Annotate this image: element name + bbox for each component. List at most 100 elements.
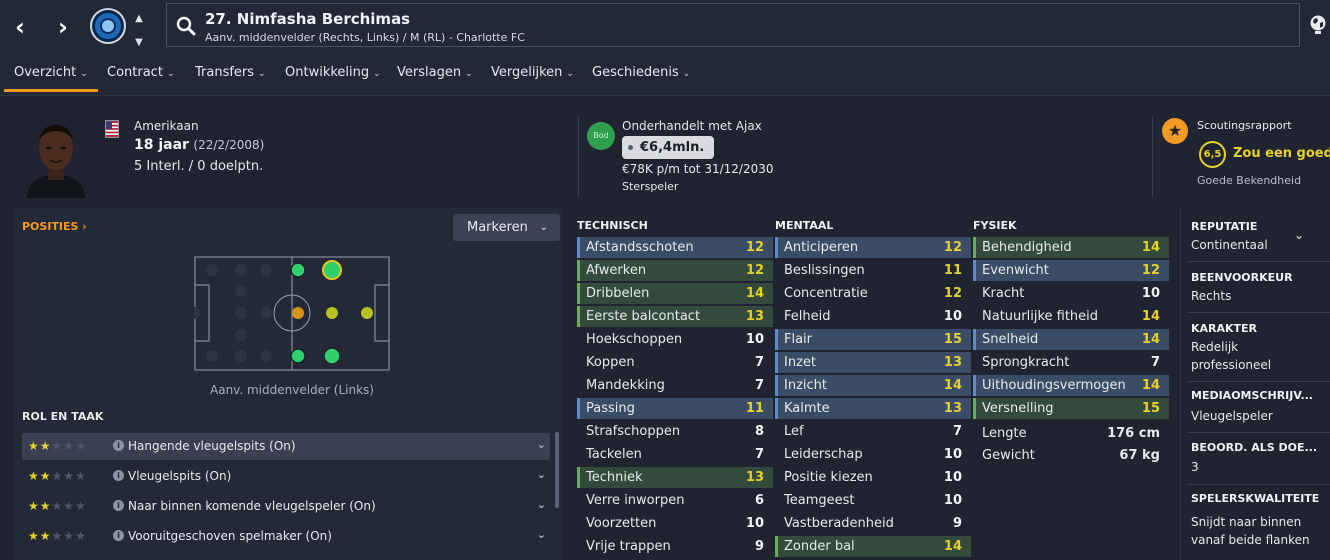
tab-verslagen[interactable]: Verslagen ⌄: [397, 56, 473, 92]
attribute-name: Natuurlijke fitheid: [982, 309, 1099, 324]
attribute-row[interactable]: Hoekschoppen 10: [577, 329, 773, 350]
attribute-row[interactable]: Beslissingen 11: [775, 260, 971, 281]
role-row[interactable]: ★★★★★ i Naar binnen komende vleugelspeler …: [22, 493, 550, 520]
attribute-name: Techniek: [586, 470, 643, 485]
page-title: 27. Nimfasha Berchimas: [205, 10, 411, 28]
attribute-row[interactable]: Vastberadenheid 9: [775, 513, 971, 534]
tab-vergelijken[interactable]: Vergelijken ⌄: [491, 56, 574, 92]
star-icon: ★: [75, 529, 87, 543]
positions-link[interactable]: POSITIES ›: [22, 220, 87, 233]
attribute-row[interactable]: Vrije trappen 9: [577, 536, 773, 557]
reputation-label: REPUTATIE: [1191, 220, 1258, 233]
attribute-value: 10: [745, 516, 764, 531]
attribute-row[interactable]: Versnelling 15: [973, 398, 1169, 419]
info-icon[interactable]: i: [113, 530, 124, 541]
back-button[interactable]: ‹: [5, 12, 35, 42]
info-icon[interactable]: i: [113, 470, 124, 481]
attribute-row[interactable]: Concentratie 12: [775, 283, 971, 304]
tab-geschiedenis[interactable]: Geschiedenis ⌄: [592, 56, 690, 92]
role-star-rating: ★★★★★: [28, 499, 98, 513]
attribute-row[interactable]: Tackelen 7: [577, 444, 773, 465]
attribute-row[interactable]: Verre inworpen 6: [577, 490, 773, 511]
highlight-dropdown[interactable]: Markeren ⌄: [453, 214, 560, 241]
nationality: Amerikaan: [134, 119, 199, 133]
tab-contract[interactable]: Contract ⌄: [107, 56, 174, 92]
chevron-down-icon[interactable]: ⌄: [537, 438, 546, 451]
attribute-row[interactable]: Sprongkracht 7: [973, 352, 1169, 373]
attribute-name: Eerste balcontact: [586, 309, 701, 324]
attribute-row[interactable]: Techniek 13: [577, 467, 773, 488]
attribute-row[interactable]: Anticiperen 12: [775, 237, 971, 258]
character-value-line1: Redelijk: [1191, 340, 1239, 354]
attribute-row[interactable]: Flair 15: [775, 329, 971, 350]
role-list-scrollbar[interactable]: [555, 432, 559, 508]
attribute-row[interactable]: Eerste balcontact 13: [577, 306, 773, 327]
star-icon: ★: [63, 529, 76, 543]
transfer-value[interactable]: €6,4mln.: [622, 136, 714, 159]
attribute-row[interactable]: Afstandsschoten 12: [577, 237, 773, 258]
attribute-row[interactable]: Positie kiezen 10: [775, 467, 971, 488]
mental-heading: MENTAAL: [775, 219, 834, 232]
attribute-value: 9: [754, 539, 764, 554]
attribute-name: Strafschoppen: [586, 424, 681, 439]
attribute-row[interactable]: Voorzetten 10: [577, 513, 773, 534]
attribute-row[interactable]: Lef 7: [775, 421, 971, 442]
star-icon: ★: [75, 469, 87, 483]
attribute-row[interactable]: Uithoudingsvermogen 14: [973, 375, 1169, 396]
attribute-row[interactable]: Zonder bal 14: [775, 536, 971, 557]
attribute-name: Dribbelen: [586, 286, 650, 301]
attribute-row[interactable]: Kalmte 13: [775, 398, 971, 419]
attribute-row[interactable]: Snelheid 14: [973, 329, 1169, 350]
role-row[interactable]: ★★★★★ i Vleugelspits (On) ⌄: [22, 463, 550, 490]
divider: [1188, 432, 1330, 433]
attribute-row[interactable]: Dribbelen 14: [577, 283, 773, 304]
attribute-row[interactable]: Strafschoppen 8: [577, 421, 773, 442]
star-icon[interactable]: ★: [1162, 118, 1188, 144]
height-row: Lengte 176 cm: [973, 426, 1169, 446]
attribute-name: Snelheid: [982, 332, 1039, 347]
chevron-down-icon[interactable]: ⌄: [537, 498, 546, 511]
role-row[interactable]: ★★★★★ i Hangende vleugelspits (On) ⌄: [22, 433, 550, 460]
attribute-row[interactable]: Afwerken 12: [577, 260, 773, 281]
attribute-value: 15: [943, 332, 962, 347]
chevron-down-icon[interactable]: ⌄: [537, 468, 546, 481]
tab-transfers[interactable]: Transfers ⌄: [195, 56, 266, 92]
chevron-down-icon[interactable]: ⌄: [537, 528, 546, 541]
globe-icon[interactable]: [1308, 14, 1328, 36]
search-icon[interactable]: [176, 16, 196, 36]
role-row[interactable]: ★★★★★ i Vooruitgeschoven spelmaker (On) ⌄: [22, 523, 550, 550]
chevron-down-icon[interactable]: ⌄: [1294, 228, 1304, 242]
player-switch-arrows[interactable]: ▲ ▼: [133, 13, 145, 48]
attribute-row[interactable]: Passing 11: [577, 398, 773, 419]
attribute-row[interactable]: Felheid 10: [775, 306, 971, 327]
info-icon[interactable]: i: [113, 440, 124, 451]
international-caps: 5 Interl. / 0 doelptn.: [134, 159, 264, 174]
attribute-row[interactable]: Evenwicht 12: [973, 260, 1169, 281]
rating-as-label: BEOORD. ALS DOE...: [1191, 441, 1318, 454]
attribute-row[interactable]: Behendigheid 14: [973, 237, 1169, 258]
attribute-name: Afstandsschoten: [586, 240, 694, 255]
attribute-name: Lef: [784, 424, 804, 439]
attribute-row[interactable]: Leiderschap 10: [775, 444, 971, 465]
tab-overzicht[interactable]: Overzicht ⌄: [4, 56, 98, 92]
attribute-row[interactable]: Koppen 7: [577, 352, 773, 373]
attribute-row[interactable]: Natuurlijke fitheid 14: [973, 306, 1169, 327]
attribute-row[interactable]: Teamgeest 10: [775, 490, 971, 511]
attribute-row[interactable]: Mandekking 7: [577, 375, 773, 396]
attribute-row[interactable]: Inzet 13: [775, 352, 971, 373]
attribute-row[interactable]: Kracht 10: [973, 283, 1169, 304]
media-description-label: MEDIAOMSCHRIJV...: [1191, 389, 1313, 402]
role-name: Vooruitgeschoven spelmaker (On): [128, 529, 332, 543]
club-logo[interactable]: [90, 8, 126, 44]
attribute-name: Afwerken: [586, 263, 647, 278]
bid-badge[interactable]: Bod: [587, 122, 615, 150]
attribute-value: 14: [1141, 240, 1160, 255]
info-icon[interactable]: i: [113, 500, 124, 511]
forward-button[interactable]: ›: [48, 12, 78, 42]
player-age: 18 jaar (22/2/2008): [134, 137, 264, 153]
contract-info: €78K p/m tot 31/12/2030: [622, 162, 774, 176]
attribute-value: 13: [745, 309, 764, 324]
attribute-row[interactable]: Inzicht 14: [775, 375, 971, 396]
tab-ontwikkeling[interactable]: Ontwikkeling ⌄: [285, 56, 381, 92]
scouting-summary[interactable]: Zou een goede a: [1233, 146, 1330, 161]
